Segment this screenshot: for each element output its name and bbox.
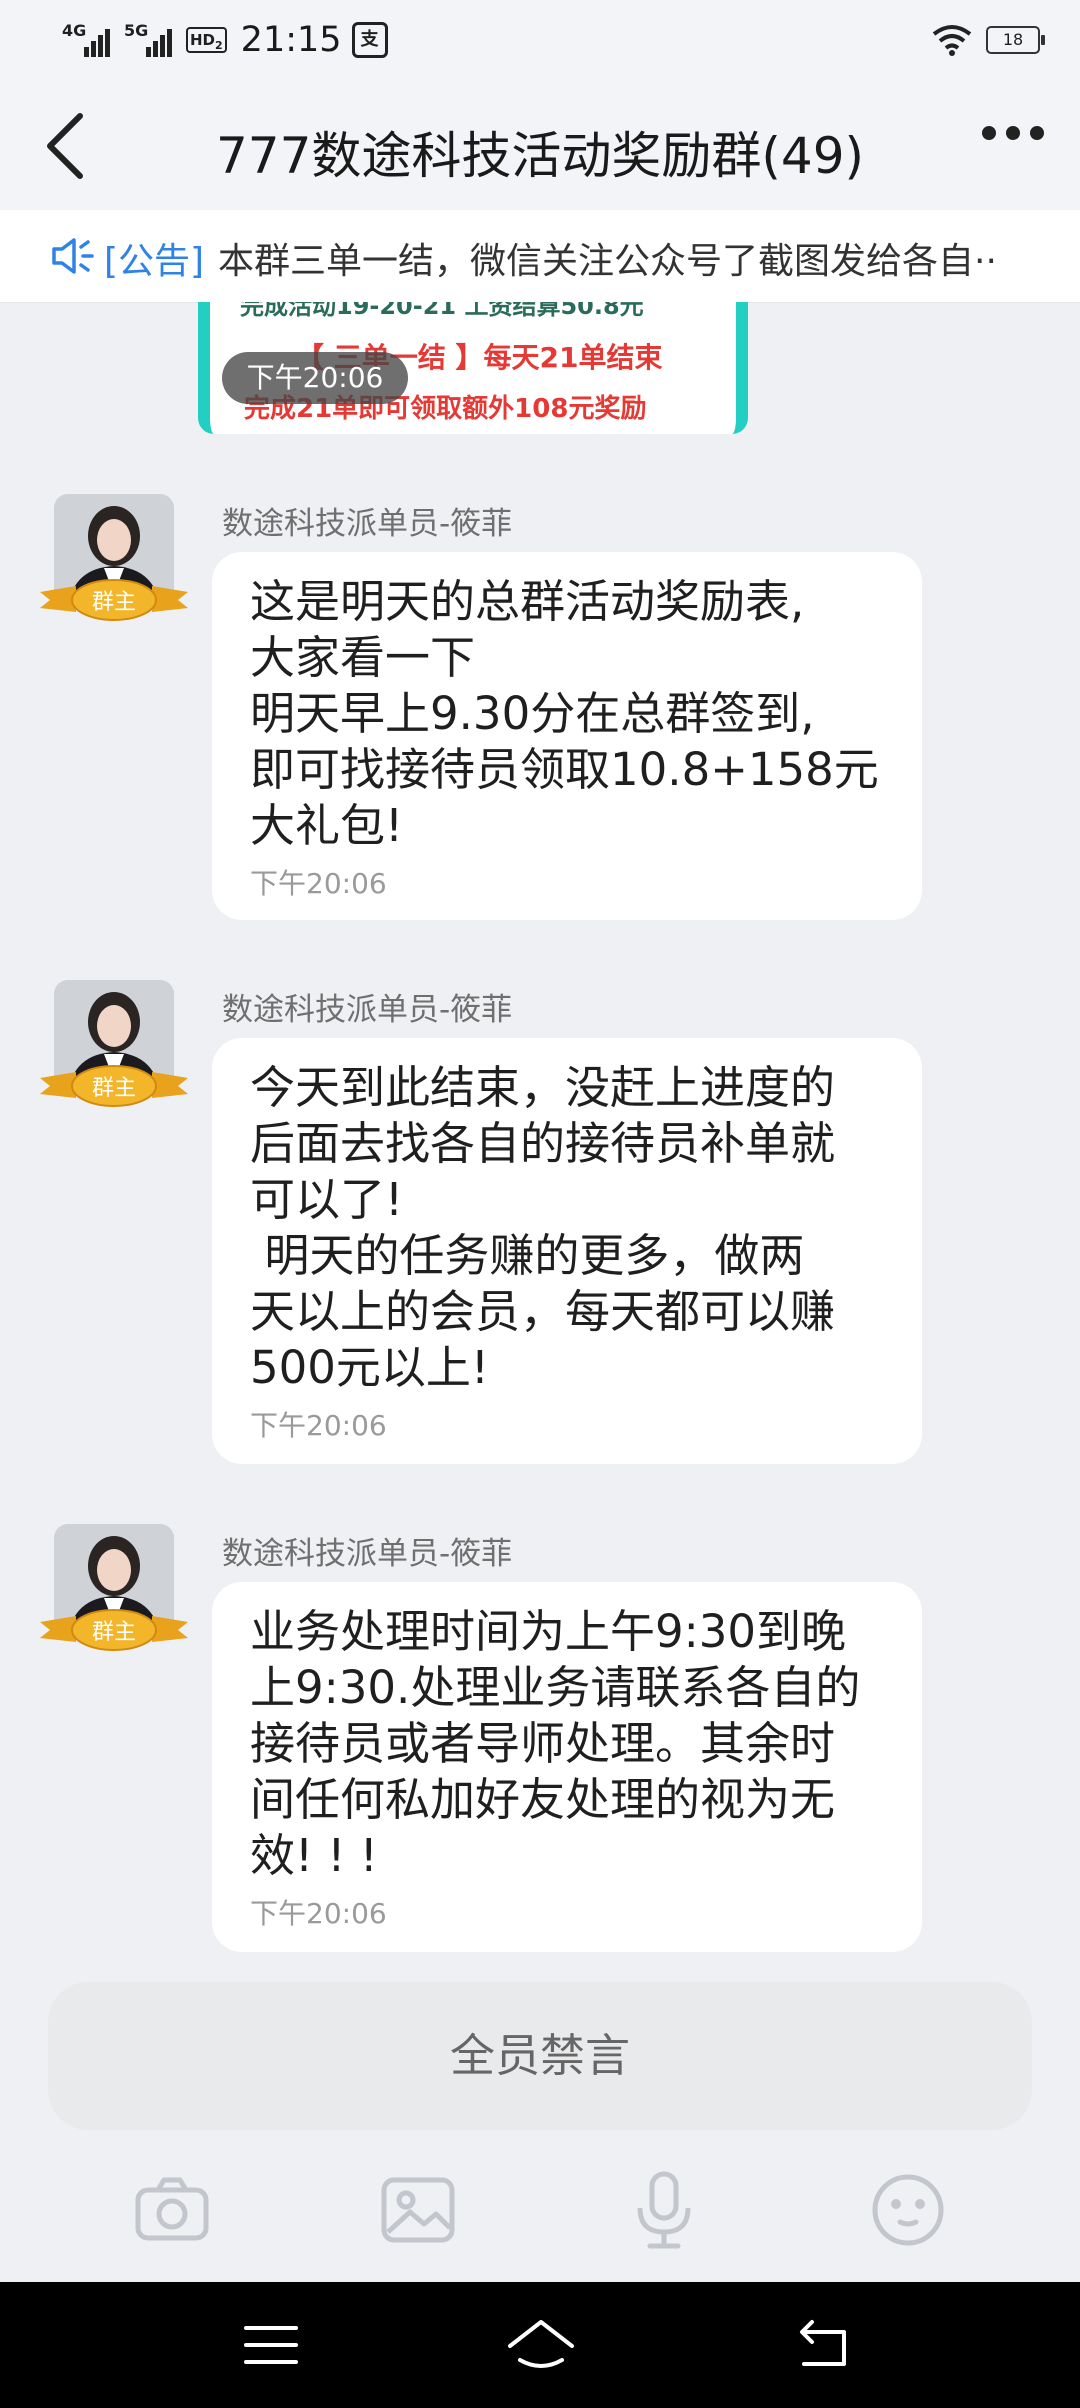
message-timestamp: 下午20:06 xyxy=(250,1409,387,1442)
input-toolbar xyxy=(0,2150,1080,2280)
status-bar: 4G 5G HD2 21:15 支 18 xyxy=(0,0,1080,86)
message-timestamp: 下午20:06 xyxy=(250,1897,387,1930)
signal-4g-label: 4G xyxy=(62,21,87,40)
sender-name[interactable]: 数途科技派单员-筱菲 xyxy=(222,984,512,1029)
status-time: 21:15 xyxy=(240,20,342,60)
group-notice-bar[interactable]: [公告] 本群三单一结，微信关注公众号了截图发给各自·· xyxy=(0,210,1080,303)
back-nav-icon[interactable] xyxy=(790,2310,860,2380)
hd-voice-icon: HD2 xyxy=(186,27,227,53)
avatar[interactable]: 群主 xyxy=(40,494,188,624)
signal-5g-icon: 5G xyxy=(124,21,176,57)
more-options-button[interactable] xyxy=(982,126,1044,140)
group-owner-badge-icon: 群主 xyxy=(40,579,188,621)
more-dot-icon xyxy=(1030,126,1044,140)
image-timestamp: 下午20:06 xyxy=(222,352,408,404)
menu-icon[interactable] xyxy=(236,2310,306,2380)
group-owner-badge-icon: 群主 xyxy=(40,1065,188,1107)
image-icon[interactable] xyxy=(378,2170,458,2250)
sender-name[interactable]: 数途科技派单员-筱菲 xyxy=(222,498,512,543)
system-navigation-bar xyxy=(0,2282,1080,2408)
wifi-icon xyxy=(932,25,972,56)
avatar[interactable]: 群主 xyxy=(40,980,188,1110)
emoji-icon[interactable] xyxy=(868,2170,948,2250)
notice-text: 本群三单一结，微信关注公众号了截图发给各自·· xyxy=(218,241,997,282)
sender-name[interactable]: 数途科技派单员-筱菲 xyxy=(222,1528,512,1573)
all-muted-banner: 全员禁言 xyxy=(48,1982,1032,2130)
signal-5g-label: 5G xyxy=(124,21,149,40)
more-dot-icon xyxy=(1006,126,1020,140)
avatar[interactable]: 群主 xyxy=(40,1524,188,1654)
page-title: 777数途科技活动奖励群(49) xyxy=(215,127,865,185)
message-bubble[interactable]: 今天到此结束，没赶上进度的 后面去找各自的接待员补单就 可以了! 明天的任务赚的… xyxy=(212,1038,922,1464)
notification-app-icon: 支 xyxy=(351,22,388,58)
group-owner-badge-icon: 群主 xyxy=(40,1609,188,1651)
speaker-icon xyxy=(52,238,94,274)
image-text-line: 完成活动19-20-21 工资结算50.8元 xyxy=(240,302,644,320)
message-bubble[interactable]: 这是明天的总群活动奖励表, 大家看一下 明天早上9.30分在总群签到, 即可找接… xyxy=(212,552,922,920)
message-text: 业务处理时间为上午9:30到晚 上9:30.处理业务请联系各自的 接待员或者导师… xyxy=(250,1605,861,1882)
notice-tag: [公告] xyxy=(104,241,205,282)
signal-4g-icon: 4G xyxy=(62,21,114,57)
badge-label: 群主 xyxy=(92,1076,136,1101)
hd-label: HD xyxy=(190,31,216,49)
battery-level: 18 xyxy=(1002,30,1024,49)
more-dot-icon xyxy=(982,126,996,140)
badge-label: 群主 xyxy=(92,590,136,615)
message-text: 今天到此结束，没赶上进度的 后面去找各自的接待员补单就 可以了! 明天的任务赚的… xyxy=(250,1061,836,1394)
hd-sub-label: 2 xyxy=(215,39,223,52)
badge-label: 群主 xyxy=(92,1620,136,1645)
camera-icon[interactable] xyxy=(132,2170,212,2250)
message-timestamp: 下午20:06 xyxy=(250,867,387,900)
home-icon[interactable] xyxy=(506,2310,576,2380)
message-bubble[interactable]: 业务处理时间为上午9:30到晚 上9:30.处理业务请联系各自的 接待员或者导师… xyxy=(212,1582,922,1952)
battery-icon: 18 xyxy=(986,26,1045,54)
message-text: 这是明天的总群活动奖励表, 大家看一下 明天早上9.30分在总群签到, 即可找接… xyxy=(250,575,879,852)
title-bar: 777数途科技活动奖励群(49) xyxy=(0,86,1080,210)
microphone-icon[interactable] xyxy=(624,2170,704,2250)
